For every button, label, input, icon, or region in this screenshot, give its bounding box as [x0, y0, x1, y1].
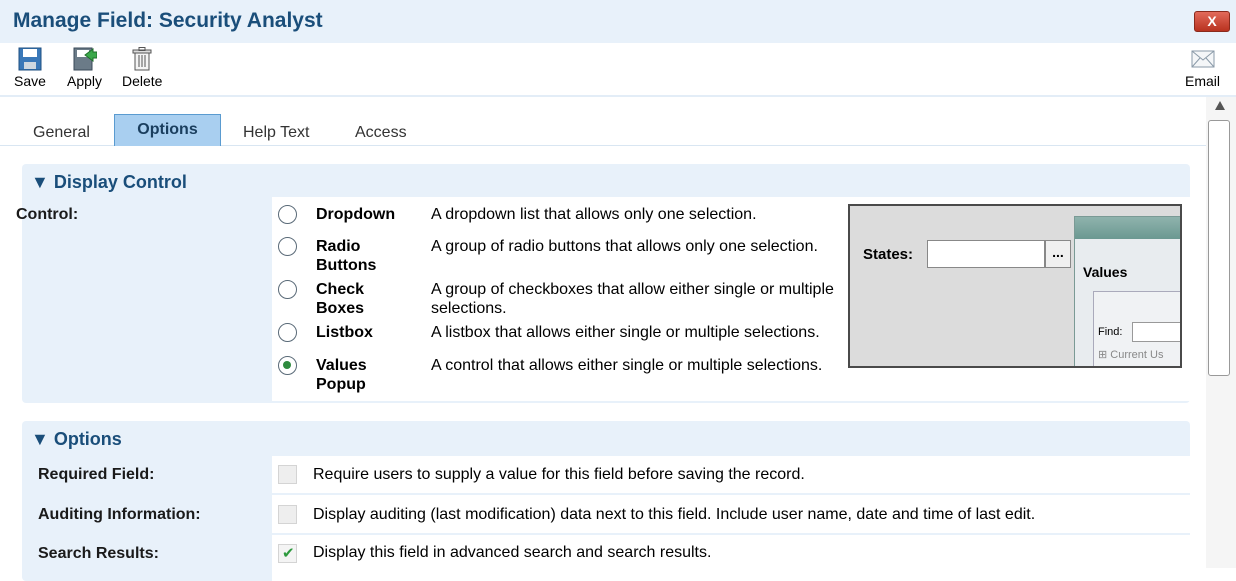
required-field-checkbox[interactable] [278, 465, 297, 484]
preview-current-users: ⊞ Current Us [1098, 349, 1164, 361]
option-name-check-boxes: Check Boxes [316, 281, 365, 317]
search-results-desc: Display this field in advanced search an… [313, 544, 712, 561]
tab-general[interactable]: General [33, 124, 90, 142]
email-label: Email [1185, 73, 1221, 89]
row-separator [22, 533, 1190, 535]
preview-find-label: Find: [1098, 326, 1123, 338]
option-desc-listbox: A listbox that allows either single or m… [431, 324, 820, 341]
required-field-label: Required Field: [38, 466, 155, 483]
option-desc-radio-buttons: A group of radio buttons that allows onl… [431, 238, 818, 255]
preview-values-title: Values [1083, 264, 1128, 280]
email-button[interactable]: Email [1185, 47, 1220, 89]
options-heading[interactable]: ▼ Options [31, 429, 122, 450]
tab-options[interactable]: Options [114, 114, 221, 146]
option-name-dropdown: Dropdown [316, 206, 396, 223]
close-button[interactable]: X [1194, 11, 1230, 32]
trash-icon [132, 47, 152, 71]
preview-window-bar [1075, 217, 1180, 239]
preview-values-window: Values Find: ⊞ Current Us [1074, 216, 1180, 366]
auditing-info-label: Auditing Information: [38, 506, 201, 523]
envelope-icon [1191, 50, 1214, 68]
row-separator [22, 493, 1190, 495]
search-results-label: Search Results: [38, 545, 159, 562]
required-field-desc: Require users to supply a value for this… [313, 466, 805, 483]
preview-dots-button: ... [1045, 240, 1071, 268]
apply-label: Apply [67, 73, 103, 89]
delete-label: Delete [122, 73, 163, 89]
save-button[interactable]: Save [14, 47, 46, 89]
save-label: Save [14, 73, 46, 89]
delete-button[interactable]: Delete [122, 47, 162, 89]
apply-button[interactable]: Apply [67, 47, 102, 89]
option-name-radio-buttons: Radio Buttons [316, 238, 377, 274]
tab-bar: General Options Help Text Access [0, 97, 1206, 146]
option-name-listbox: Listbox [316, 324, 373, 341]
save-icon [18, 47, 42, 71]
auditing-info-desc: Display auditing (last modification) dat… [313, 506, 1036, 523]
scroll-up-arrow-icon[interactable] [1215, 101, 1225, 110]
preview-states-input [927, 240, 1045, 268]
control-label: Control: [16, 206, 79, 223]
window-titlebar: Manage Field: Security Analyst X [0, 0, 1236, 43]
window-title: Manage Field: Security Analyst [13, 9, 323, 32]
control-preview-image: States: ... Values Find: ⊞ Current Us [848, 204, 1182, 368]
tab-access[interactable]: Access [355, 124, 407, 142]
apply-icon [73, 47, 97, 71]
auditing-info-checkbox[interactable] [278, 505, 297, 524]
tab-help-text[interactable]: Help Text [243, 124, 309, 142]
option-desc-dropdown: A dropdown list that allows only one sel… [431, 206, 757, 223]
option-desc-check-boxes: A group of checkboxes that allow either … [431, 281, 834, 317]
scroll-thumb[interactable] [1208, 120, 1230, 376]
vertical-scrollbar[interactable] [1206, 97, 1236, 568]
option-desc-values-popup: A control that allows either single or m… [431, 357, 823, 374]
radio-values-popup[interactable] [278, 356, 297, 375]
preview-states-label: States: [863, 246, 914, 263]
preview-inner-panel: Find: ⊞ Current Us [1093, 291, 1180, 366]
radio-check-boxes[interactable] [278, 280, 297, 299]
radio-dropdown[interactable] [278, 205, 297, 224]
search-results-checkbox[interactable] [278, 544, 297, 563]
option-name-values-popup: Values Popup [316, 357, 367, 393]
radio-radio-buttons[interactable] [278, 237, 297, 256]
preview-find-box [1132, 322, 1180, 342]
toolbar: Save Apply Delete Email [0, 43, 1236, 97]
radio-listbox[interactable] [278, 323, 297, 342]
display-control-heading[interactable]: ▼ Display Control [31, 172, 187, 193]
